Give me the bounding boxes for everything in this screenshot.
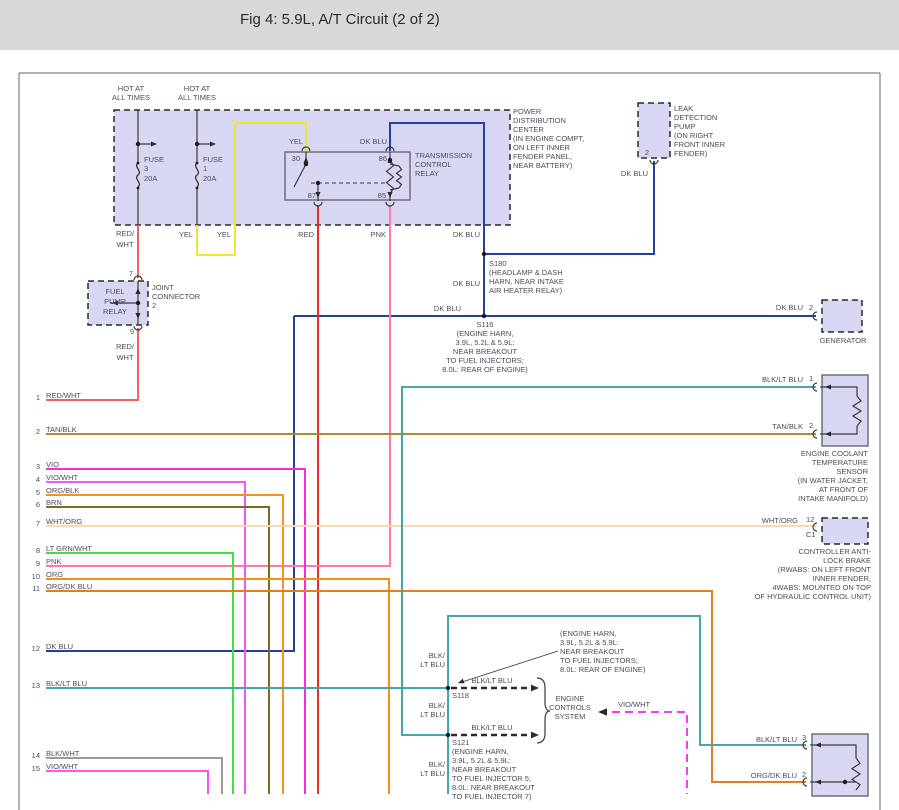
engine-controls-brace	[536, 677, 551, 744]
junction-dot	[842, 779, 848, 785]
diagram-svg	[18, 72, 881, 810]
wire-redwht-joint-to-row1	[46, 328, 139, 401]
junction-dot	[135, 300, 141, 306]
junction-dot	[445, 732, 451, 738]
box-controller-antilock-brake	[821, 517, 869, 545]
junction-dot	[194, 141, 200, 147]
wire-blkwht-row14	[46, 757, 223, 794]
junction-dot	[445, 685, 451, 691]
fuse-terminal-dot	[195, 186, 199, 190]
wire-viowht-ecs-dashed	[612, 711, 688, 794]
box-leak-detection-pump	[637, 102, 671, 159]
junction-dot	[481, 251, 487, 257]
junction-dot	[387, 157, 393, 163]
fuse-terminal-dot	[136, 186, 140, 190]
wire-vio-row3	[46, 468, 306, 794]
arrowhead	[531, 684, 539, 692]
wire-dkblu-row12	[46, 316, 295, 652]
wire-viowht-row15	[46, 770, 209, 794]
wire-pnk-relay85	[46, 205, 391, 567]
arrowhead	[458, 678, 465, 684]
wiring-diagram-page: Fig 4: 5.9L, A/T Circuit (2 of 2) HOT AT…	[0, 0, 899, 810]
box-generator	[821, 299, 863, 333]
junction-dot	[315, 180, 321, 186]
fuse-terminal-dot	[136, 161, 140, 165]
arrowhead	[598, 708, 607, 716]
wire-blkltblu-s118-loop	[447, 615, 806, 746]
fuse-terminal-dot	[195, 161, 199, 165]
s118-callout-arrow-line	[458, 650, 559, 684]
wire-viowht-row4	[46, 481, 246, 794]
junction-dot	[303, 161, 309, 167]
wire-orgdkblu-row11	[46, 590, 806, 783]
junction-dot	[135, 141, 141, 147]
arrowhead	[531, 731, 539, 739]
wire-orgblk-row5	[46, 494, 284, 794]
wire-org-row10	[46, 578, 390, 794]
junction-dot	[481, 313, 487, 319]
